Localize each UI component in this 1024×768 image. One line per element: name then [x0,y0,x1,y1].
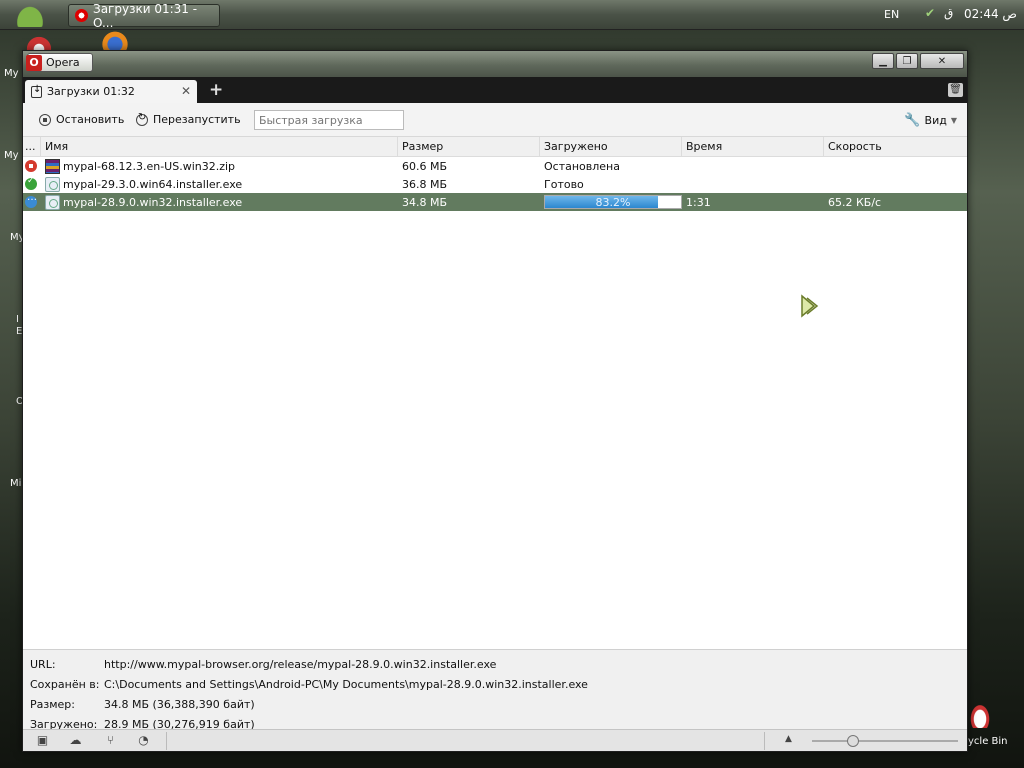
column-header-speed[interactable]: Скорость [824,137,967,156]
saved-to-value[interactable]: C:\Documents and Settings\Android-PC\My … [104,678,588,691]
close-tab-icon[interactable]: ✕ [181,84,191,98]
clock[interactable]: 02:44 ص [964,7,1017,21]
opera-window: O Opera ▁ ❐ ✕ Загрузки 01:32 ✕ + 🗑 Остан… [22,50,968,752]
minimize-button[interactable]: ▁ [872,53,894,69]
restore-icon: ❐ [902,55,912,67]
installer-file-icon [45,194,60,210]
column-header-status[interactable]: ... [23,137,41,156]
desktop-label-1[interactable]: My [4,68,19,79]
column-header-name[interactable]: Имя [41,137,398,156]
recycle-bin-icon[interactable] [966,698,994,728]
downloading-status-icon[interactable] [25,193,37,208]
download-row[interactable]: mypal-68.12.3.en-US.win32.zip 60.6 МБ Ос… [23,157,967,175]
maximize-button[interactable]: ❐ [896,53,918,69]
file-name: mypal-28.9.0.win32.installer.exe [63,195,243,209]
share-icon[interactable]: ⑂ [103,734,118,747]
column-header-loaded[interactable]: Загружено [540,137,682,156]
status-separator [764,732,765,750]
language-indicator[interactable]: EN [884,8,899,21]
android-icon[interactable] [14,3,46,27]
stopped-status-icon[interactable] [25,160,37,172]
restart-button[interactable]: Перезапустить [136,112,241,126]
list-header: ... Имя Размер Загружено Время Скорость [23,137,967,157]
minimize-icon: ▁ [879,55,887,67]
stop-label: Остановить [56,113,125,126]
zoom-slider-thumb[interactable] [847,735,859,747]
download-speed: 65.2 КБ/с [828,195,882,209]
tab-downloads[interactable]: Загрузки 01:32 ✕ [25,80,197,103]
status-bar: ▣ ☁ ⑂ ◔ ▲ [23,729,967,751]
downloads-list: ... Имя Размер Загружено Время Скорость … [23,137,967,649]
column-header-time[interactable]: Время [682,137,824,156]
file-size: 34.8 МБ [402,195,448,209]
opera-menu-button[interactable]: O Opera [26,53,93,72]
cursor-arrow-icon [801,294,819,318]
done-status-icon[interactable] [25,176,37,190]
download-state: Остановлена [544,159,620,173]
tray-arabic-icon[interactable]: ق [944,6,953,20]
zip-archive-icon [45,158,60,174]
opera-icon [75,9,88,22]
view-options-arrow-icon[interactable]: ▲ [785,734,792,744]
download-progress-bar: 83.2% [544,195,682,209]
installer-file-icon [45,176,60,192]
download-details-panel: URL: http://www.mypal-browser.org/releas… [23,649,967,731]
stop-button[interactable]: Остановить [39,113,124,126]
taskbar-task-title: Загрузки 01:31 - O... [93,1,198,30]
wrench-icon: 🔧 [904,113,921,128]
view-label: Вид [924,114,947,127]
cloud-icon[interactable]: ☁ [68,734,83,747]
opera-logo-icon: O [26,54,42,71]
closed-tabs-trash-icon[interactable]: 🗑 [948,83,963,97]
download-row[interactable]: mypal-29.3.0.win64.installer.exe 36.8 МБ… [23,175,967,193]
network-icon[interactable]: ✔ [925,6,935,20]
file-name: mypal-68.12.3.en-US.win32.zip [63,159,236,173]
recycle-bin-label[interactable]: ycle Bin [968,736,1008,747]
close-window-button[interactable]: ✕ [920,53,964,69]
restart-icon [136,112,148,126]
window-titlebar[interactable]: O Opera ▁ ❐ ✕ [23,51,967,77]
url-label: URL: [30,657,56,671]
size-label: Размер: [30,697,75,711]
zoom-slider-track[interactable] [812,740,958,742]
downloads-toolbar: Остановить Перезапустить 🔧 Вид ▼ [23,103,967,137]
stop-icon [39,113,51,126]
taskbar-opera-button[interactable]: Загрузки 01:31 - O... [68,1,220,30]
download-row-selected[interactable]: mypal-28.9.0.win32.installer.exe 34.8 МБ… [23,193,967,211]
saved-to-label: Сохранён в: [30,677,100,691]
restart-label: Перезапустить [153,113,241,126]
size-value: 34.8 МБ (36,388,390 байт) [104,697,255,711]
tab-title: Загрузки 01:32 [47,85,135,98]
close-icon: ✕ [937,55,947,67]
download-time: 1:31 [686,195,711,209]
status-separator [166,732,167,750]
progress-text: 83.2% [595,196,631,209]
download-state: Готово [544,177,584,191]
desktop-label-6[interactable]: Mi [10,478,21,489]
tab-bar: Загрузки 01:32 ✕ + 🗑 [23,77,967,103]
chevron-down-icon: ▼ [950,116,957,125]
panel-toggle-icon[interactable]: ▣ [35,734,50,747]
system-taskbar: Загрузки 01:31 - O... EN ✔ ق 02:44 ص [0,0,1024,30]
file-size: 36.8 МБ [402,177,448,191]
file-name: mypal-29.3.0.win64.installer.exe [63,177,243,191]
opera-menu-label: Opera [46,56,80,69]
url-value[interactable]: http://www.mypal-browser.org/release/myp… [104,658,496,671]
speed-dial-icon[interactable]: ◔ [136,734,151,747]
desktop-label-2[interactable]: My [4,150,19,161]
new-tab-icon[interactable]: + [209,80,223,100]
quick-download-input[interactable] [254,110,404,130]
view-menu-button[interactable]: 🔧 Вид ▼ [904,113,957,128]
column-header-size[interactable]: Размер [398,137,540,156]
download-icon [31,84,42,98]
file-size: 60.6 МБ [402,159,448,173]
